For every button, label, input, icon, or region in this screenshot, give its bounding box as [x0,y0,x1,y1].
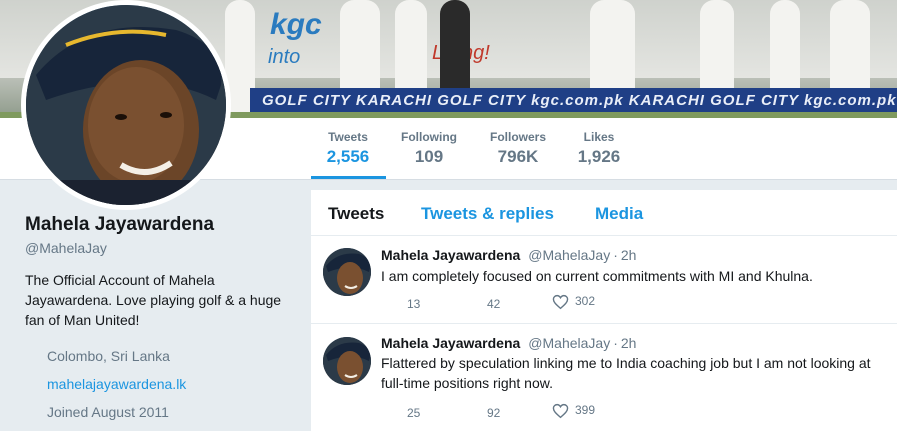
tweet-item[interactable]: Mahela Jayawardena @MahelaJay · 2h I am com… [311,236,897,324]
like-count: 399 [575,403,596,418]
profile-joined-date: Joined August 2011 [47,404,169,420]
reply-count: 25 [407,406,421,420]
stat-tweets[interactable]: Tweets 2,556 [314,130,382,167]
stat-following[interactable]: Following 109 [396,130,462,167]
tweet-separator: · [613,247,618,263]
avatar-portrait-icon [323,248,371,296]
profile-handle[interactable]: @MahelaJay [25,240,295,256]
retweet-count: 42 [487,297,501,311]
stat-value: 1,926 [577,147,621,166]
retweet-button[interactable]: 42 [487,297,500,311]
tweet-text: Flattered by speculation linking me to I… [381,355,871,391]
retweet-button[interactable]: 92 [487,406,500,420]
avatar-portrait-icon [323,337,371,385]
active-stat-underline [311,176,386,179]
reply-button[interactable]: 13 [407,297,420,311]
tweet-timeline: Tweets Tweets & replies Media Mahela Jay… [311,190,897,431]
tweet-avatar[interactable] [323,248,371,296]
tweet-author-handle[interactable]: @MahelaJay [528,247,610,263]
stat-label: Followers [489,130,546,144]
tweet-avatar[interactable] [323,337,371,385]
tab-media[interactable]: Media [595,204,643,224]
stat-label: Likes [583,130,615,144]
tweet-timestamp[interactable]: 2h [621,335,637,351]
retweet-count: 92 [487,406,501,420]
profile-card: Mahela Jayawardena @MahelaJay The Offici… [25,214,295,330]
tweet-header: Mahela Jayawardena @MahelaJay · 2h [381,247,636,263]
banner-sign-2: into [268,46,301,68]
timeline-tabs: Tweets Tweets & replies Media [311,190,897,236]
tweet-item[interactable]: Mahela Jayawardena @MahelaJay · 2h Flattere… [311,325,897,431]
reply-count: 13 [407,297,421,311]
tweet-author-name[interactable]: Mahela Jayawardena [381,247,520,263]
tweet-header: Mahela Jayawardena @MahelaJay · 2h [381,335,636,351]
avatar-image [26,5,226,205]
tweet-author-handle[interactable]: @MahelaJay [528,335,610,351]
profile-website-link[interactable]: mahelajayawardena.lk [47,376,186,392]
stat-label: Following [401,130,457,144]
reply-button[interactable]: 25 [407,406,420,420]
like-button[interactable]: 302 [552,294,595,310]
tab-tweets[interactable]: Tweets [328,204,384,224]
like-count: 302 [575,294,596,309]
heart-icon [552,403,569,419]
tweet-timestamp[interactable]: 2h [621,247,637,263]
stat-value: 2,556 [326,147,370,166]
stat-followers[interactable]: Followers 796K [484,130,552,167]
tweet-text: I am completely focused on current commi… [381,268,813,284]
stat-value: 796K [497,147,539,166]
banner-board-text: GOLF CITY KARACHI GOLF CITY kgc.com.pk K… [262,92,897,109]
profile-name[interactable]: Mahela Jayawardena [25,214,295,236]
tweet-separator: · [613,335,618,351]
profile-avatar[interactable] [21,0,231,210]
banner-sign: kgc [270,8,322,41]
heart-icon [552,294,569,310]
tab-tweets-and-replies[interactable]: Tweets & replies [421,204,554,224]
stat-value: 109 [414,147,444,166]
like-button[interactable]: 399 [552,403,595,419]
stat-likes[interactable]: Likes 1,926 [570,130,628,167]
profile-location: Colombo, Sri Lanka [47,348,170,364]
stat-label: Tweets [328,130,368,144]
tweet-author-name[interactable]: Mahela Jayawardena [381,335,520,351]
profile-bio: The Official Account of Mahela Jayawarde… [25,272,282,328]
avatar-portrait-icon [26,5,226,205]
